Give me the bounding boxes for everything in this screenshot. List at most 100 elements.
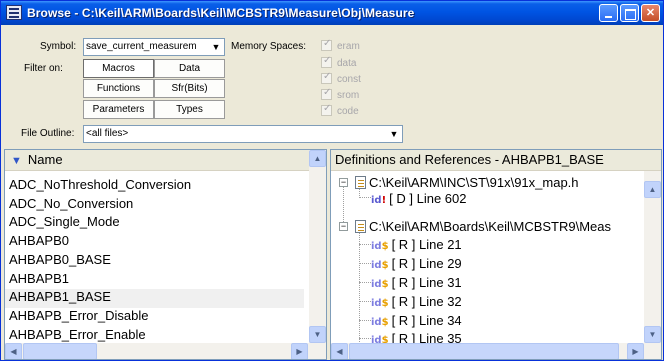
scroll-right-icon[interactable]: ▶ [291,343,308,359]
tree-line [359,301,371,302]
right-scroll-thumb[interactable] [349,343,619,359]
symbol-label: Symbol: [40,41,77,52]
tree-reference-item[interactable]: id$[ R ] Line 21 [371,237,462,252]
left-horizontal-scrollbar[interactable]: ◀ ▶ [5,343,326,359]
symbol-list-item[interactable]: AHBAPB1 [9,271,69,286]
title-bar[interactable]: Browse - C:\Keil\ARM\Boards\Keil\MCBSTR9… [1,1,663,25]
memory-code-checkbox[interactable]: code [321,103,359,117]
symbol-list-panel: ▼ Name ADC_NoThreshold_Conversion ADC_No_… [4,149,327,360]
check-icon [321,103,332,116]
symbol-list-item[interactable]: ADC_No_Conversion [9,196,133,211]
tree-line [359,282,371,283]
memory-srom-label: srom [337,90,360,101]
source-file-icon [355,220,366,233]
minimize-button[interactable] [599,4,618,22]
symbol-list-item[interactable]: ADC_Single_Mode [9,214,120,229]
scroll-up-icon[interactable]: ▲ [644,181,661,198]
left-scroll-thumb[interactable] [23,343,97,359]
definitions-panel: Definitions and References - AHBAPB1_BAS… [330,149,662,360]
filter-types-button[interactable]: Types [154,100,225,119]
tree-reference-label: [ R ] Line 29 [391,256,462,271]
memory-const-label: const [337,74,361,85]
symbol-list-item[interactable]: AHBAPB_Error_Disable [9,308,148,323]
tree-line [359,197,371,198]
symbol-list-item[interactable]: AHBAPB_Error_Enable [9,327,146,342]
memory-srom-checkbox[interactable]: srom [321,87,360,101]
memory-data-checkbox[interactable]: data [321,55,357,69]
tree-file-label: C:\Keil\ARM\Boards\Keil\MCBSTR9\Meas [369,219,612,234]
name-header-label: Name [27,152,63,167]
definition-icon: id! [371,195,387,206]
tree-file-label: C:\Keil\ARM\INC\ST\91x\91x_map.h [369,175,579,190]
tree-line [359,320,371,321]
tree-line [359,228,360,350]
check-icon [321,87,332,100]
sort-arrow-icon: ▼ [11,155,22,167]
file-outline-value: <all files> [86,128,129,139]
scroll-left-icon[interactable]: ◀ [5,343,22,359]
tree-reference-item[interactable]: id$[ R ] Line 31 [371,275,462,290]
scroll-right-icon[interactable]: ▶ [627,343,644,359]
close-button[interactable]: ✕ [641,4,660,22]
filter-data-button[interactable]: Data [154,59,225,78]
tree-line [359,338,371,339]
symbol-list-item[interactable]: AHBAPB0_BASE [9,252,111,267]
check-icon [321,38,332,51]
window-title: Browse - C:\Keil\ARM\Boards\Keil\MCBSTR9… [27,6,415,20]
definitions-header: Definitions and References - AHBAPB1_BAS… [331,150,661,171]
file-outline-label: File Outline: [21,128,75,139]
tree-line [343,186,344,226]
tree-reference-label: [ R ] Line 32 [391,294,462,309]
tree-definition-item[interactable]: id![ D ] Line 602 [371,191,466,206]
tree-definition-label: [ D ] Line 602 [389,191,467,206]
tree-reference-label: [ R ] Line 31 [391,275,462,290]
left-vertical-scrollbar[interactable]: ▲ ▼ [309,150,326,343]
scroll-left-icon[interactable]: ◀ [331,343,348,359]
tree-reference-item[interactable]: id$[ R ] Line 34 [371,313,462,328]
scroll-up-icon[interactable]: ▲ [309,150,326,167]
right-vertical-scrollbar[interactable]: ▲ ▼ [644,171,661,343]
tree-reference-item[interactable]: id$[ R ] Line 32 [371,294,462,309]
maximize-button[interactable] [620,4,639,22]
header-file-icon [355,176,366,189]
symbol-list-item[interactable]: AHBAPB0 [9,233,69,248]
symbol-combo[interactable]: save_current_measurem ▼ [83,38,225,56]
symbol-list-item-selected[interactable]: AHBAPB1_BASE [5,289,304,308]
scroll-down-icon[interactable]: ▼ [644,326,661,343]
scroll-down-icon[interactable]: ▼ [309,326,326,343]
memory-eram-checkbox[interactable]: eram [321,38,360,52]
filter-macros-button[interactable]: Macros [83,59,154,78]
reference-icon: id$ [371,241,389,252]
check-icon [321,71,332,84]
chevron-down-icon[interactable]: ▼ [208,39,224,55]
tree-reference-label: [ R ] Line 21 [391,237,462,252]
check-icon [321,55,332,68]
reference-icon: id$ [371,317,389,328]
collapse-icon[interactable]: − [339,222,348,231]
reference-icon: id$ [371,279,389,290]
memory-spaces-label: Memory Spaces: [231,41,307,52]
name-column-header[interactable]: ▼ Name [5,150,309,171]
browse-window: Browse - C:\Keil\ARM\Boards\Keil\MCBSTR9… [0,0,664,361]
memory-const-checkbox[interactable]: const [321,71,361,85]
memory-data-label: data [337,58,357,69]
tree-line [359,263,371,264]
tree-reference-item[interactable]: id$[ R ] Line 29 [371,256,462,271]
right-horizontal-scrollbar[interactable]: ◀ ▶ [331,343,661,359]
tree-file-item[interactable]: C:\Keil\ARM\Boards\Keil\MCBSTR9\Meas [355,219,611,234]
tree-file-item[interactable]: C:\Keil\ARM\INC\ST\91x\91x_map.h [355,175,579,190]
reference-icon: id$ [371,298,389,309]
browse-app-icon [6,5,22,20]
filter-functions-button[interactable]: Functions [83,79,154,98]
filter-parameters-button[interactable]: Parameters [83,100,154,119]
symbol-list-item[interactable]: ADC_NoThreshold_Conversion [9,177,191,192]
file-outline-combo[interactable]: <all files> ▼ [83,125,403,143]
symbol-value: save_current_measurem [86,41,197,52]
tree-line [359,244,371,245]
chevron-down-icon[interactable]: ▼ [386,126,402,142]
collapse-icon[interactable]: − [339,178,348,187]
reference-icon: id$ [371,260,389,271]
memory-code-label: code [337,106,359,117]
filter-sfr-bits-button[interactable]: Sfr(Bits) [154,79,225,98]
memory-eram-label: eram [337,41,360,52]
